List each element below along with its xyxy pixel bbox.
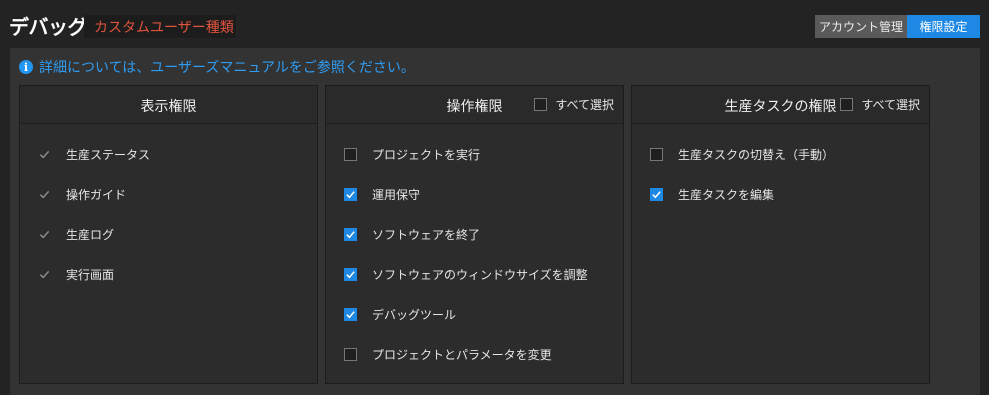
checkbox-unchecked[interactable] (344, 347, 357, 361)
list-item: 操作ガイド (38, 184, 150, 204)
list-item[interactable]: プロジェクトとパラメータを変更 (344, 344, 588, 364)
check-icon (39, 270, 50, 278)
permission-label: デバッグツール (372, 307, 457, 322)
check-icon (39, 230, 50, 238)
list-item[interactable]: 生産タスクの切替え（手動） (650, 144, 834, 164)
card-production-task-permissions: 生産タスクの権限 すべて選択 生産タスクの切替え（手動） 生産タスクを編集 (631, 85, 930, 384)
permission-label: 操作ガイド (66, 187, 127, 202)
info-text: 詳細については、ユーザーズマニュアルをご参照ください。 (39, 60, 415, 76)
permission-label: ソフトウェアのウィンドウサイズを調整 (372, 267, 588, 282)
permission-label: 生産タスクを編集 (678, 187, 775, 202)
page-title: デバッグ (9, 15, 88, 39)
select-all-toggle[interactable]: すべて選択 (534, 96, 614, 113)
list-item[interactable]: 生産タスクを編集 (650, 184, 834, 204)
checkbox-checked[interactable] (344, 187, 357, 201)
permission-label: 運用保守 (372, 187, 421, 202)
checkbox-unchecked[interactable] (650, 147, 663, 161)
list-item[interactable]: ソフトウェアのウィンドウサイズを調整 (344, 264, 588, 284)
checkbox-checked[interactable] (650, 187, 663, 201)
header: デバッグ カスタムユーザー種類 アカウント管理 権限設定 (0, 0, 989, 46)
checkbox-disabled-checked (38, 148, 51, 161)
card-header: 表示権限 (20, 86, 317, 124)
list-item[interactable]: ソフトウェアを終了 (344, 224, 588, 244)
list-item[interactable]: プロジェクトを実行 (344, 144, 588, 164)
checkbox-disabled-checked (38, 188, 51, 201)
permission-label: ソフトウェアを終了 (372, 227, 481, 242)
check-icon (346, 190, 355, 198)
checkbox-disabled-checked (38, 228, 51, 241)
select-all-checkbox[interactable] (840, 98, 854, 111)
card-display-permissions: 表示権限 生産ステータス 操作ガイド 生産ログ 実行画面 (19, 85, 318, 384)
card-title: 表示権限 (140, 99, 197, 115)
checkbox-checked[interactable] (344, 267, 357, 281)
list-item[interactable]: 運用保守 (344, 184, 588, 204)
list-item: 生産ログ (38, 224, 150, 244)
permission-label: 生産タスクの切替え（手動） (678, 147, 835, 162)
check-icon (652, 190, 661, 198)
list-item: 生産ステータス (38, 144, 150, 164)
select-all-label: すべて選択 (861, 98, 920, 112)
card-operation-permissions: 操作権限 すべて選択 プロジェクトを実行 運用保守 ソフトウェアを終了 ソフトウ… (325, 85, 624, 384)
list-item: 実行画面 (38, 264, 150, 284)
tab-permission-settings[interactable]: 権限設定 (907, 15, 980, 38)
checkbox-unchecked[interactable] (344, 147, 357, 161)
select-all-label: すべて選択 (555, 98, 614, 112)
card-header: 生産タスクの権限 すべて選択 (632, 86, 929, 124)
info-banner: i 詳細については、ユーザーズマニュアルをご参照ください。 (19, 57, 415, 77)
check-icon (39, 150, 50, 158)
checkbox-disabled-checked (38, 268, 51, 281)
list-item[interactable]: デバッグツール (344, 304, 588, 324)
check-icon (346, 230, 355, 238)
check-icon (39, 190, 50, 198)
select-all-checkbox[interactable] (534, 98, 548, 111)
view-switcher: アカウント管理 権限設定 (815, 15, 980, 38)
permissions-panel: i 詳細については、ユーザーズマニュアルをご参照ください。 表示権限 生産ステー… (10, 48, 980, 395)
permission-label: 実行画面 (66, 267, 115, 282)
info-icon: i (19, 60, 33, 74)
check-icon (346, 270, 355, 278)
checkbox-checked[interactable] (344, 307, 357, 321)
permission-list: 生産ステータス 操作ガイド 生産ログ 実行画面 (38, 144, 150, 304)
tab-account-management[interactable]: アカウント管理 (815, 15, 907, 38)
permission-list: プロジェクトを実行 運用保守 ソフトウェアを終了 ソフトウェアのウィンドウサイズ… (344, 144, 588, 384)
select-all-toggle[interactable]: すべて選択 (840, 96, 920, 113)
permission-label: プロジェクトとパラメータを変更 (372, 347, 552, 362)
permission-list: 生産タスクの切替え（手動） 生産タスクを編集 (650, 144, 834, 224)
card-header: 操作権限 すべて選択 (326, 86, 623, 124)
permission-label: 生産ログ (66, 227, 115, 242)
permission-label: 生産ステータス (66, 147, 151, 162)
user-type-badge: カスタムユーザー種類 (84, 15, 236, 38)
checkbox-checked[interactable] (344, 227, 357, 241)
check-icon (346, 310, 355, 318)
permission-label: プロジェクトを実行 (372, 147, 481, 162)
